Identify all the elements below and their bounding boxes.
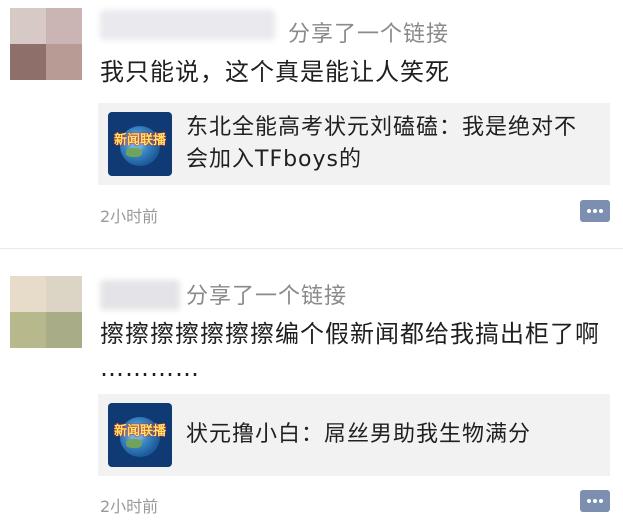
- comment-icon[interactable]: [580, 490, 610, 512]
- post-text: 擦擦擦擦擦擦擦编个假新闻都给我搞出柜了啊: [100, 320, 600, 348]
- username-blurred[interactable]: [100, 10, 275, 40]
- link-card[interactable]: 新闻联播 状元撸小白：屌丝男助我生物满分: [98, 394, 610, 476]
- link-title-line1: 状元撸小白：屌丝男助我生物满分: [186, 422, 532, 447]
- share-label: 分享了一个链接: [288, 22, 450, 47]
- link-card[interactable]: 新闻联播 东北全能高考状元刘磕磕：我是绝对不 会加入TFboys的: [98, 103, 610, 185]
- avatar[interactable]: [10, 276, 82, 348]
- link-title-line1: 东北全能高考状元刘磕磕：我是绝对不: [186, 115, 578, 140]
- avatar[interactable]: [10, 8, 82, 80]
- timestamp: 2小时前: [100, 497, 159, 516]
- post-text-continued: …………: [100, 354, 200, 382]
- feed-post: 分享了一个链接 擦擦擦擦擦擦擦编个假新闻都给我搞出柜了啊 ………… 新闻联播 状…: [0, 262, 623, 530]
- feed-post: 分享了一个链接 我只能说，这个真是能让人笑死 新闻联播 东北全能高考状元刘磕磕：…: [0, 0, 623, 248]
- share-label: 分享了一个链接: [186, 284, 348, 309]
- post-text: 我只能说，这个真是能让人笑死: [100, 58, 450, 86]
- news-thumbnail: 新闻联播: [108, 112, 172, 176]
- news-thumbnail: 新闻联播: [108, 403, 172, 467]
- news-logo-text: 新闻联播: [113, 133, 166, 148]
- username-blurred[interactable]: [100, 280, 180, 310]
- news-logo-text: 新闻联播: [113, 424, 166, 439]
- link-title-line2: 会加入TFboys的: [186, 147, 362, 172]
- post-divider: [0, 248, 623, 263]
- comment-icon[interactable]: [580, 200, 610, 222]
- timestamp: 2小时前: [100, 207, 159, 226]
